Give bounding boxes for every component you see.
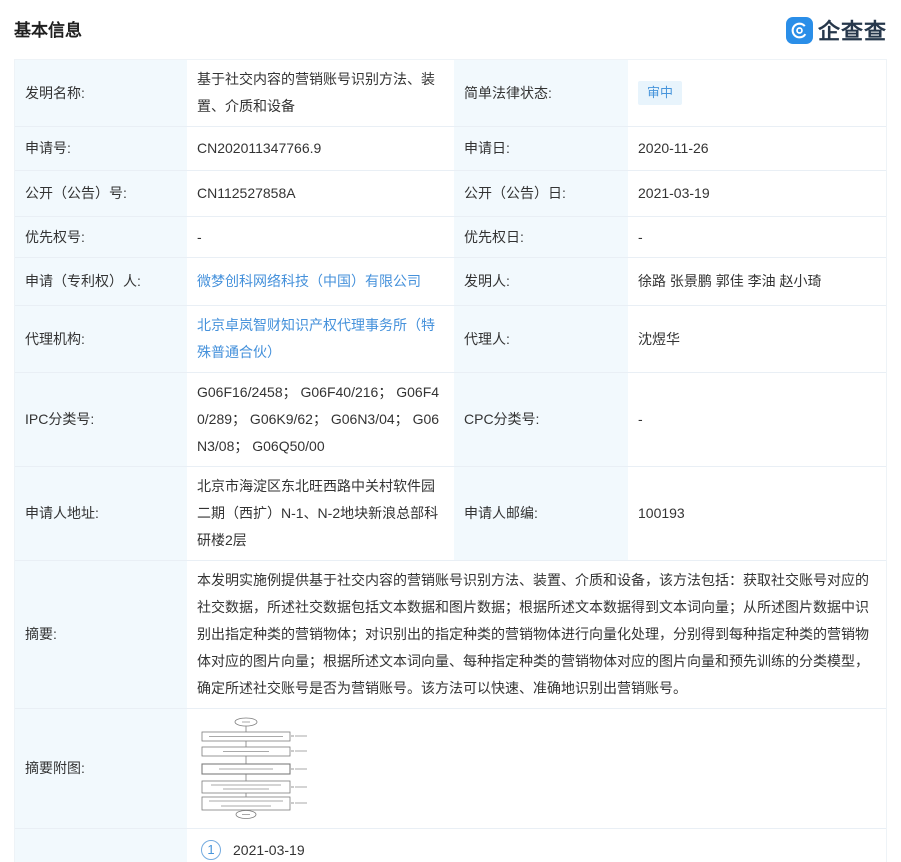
field-label-agent: 代理人:: [453, 306, 628, 372]
row-address-zip: 申请人地址: 北京市海淀区东北旺西路中关村软件园二期（西扩）N-1、N-2地块新…: [15, 467, 886, 561]
field-label-applicant: 申请（专利权）人:: [15, 258, 187, 305]
field-value-legal-status: 1 2021-03-19 公开: [187, 829, 886, 862]
field-value-publication-no: CN112527858A: [187, 171, 453, 216]
topbar: 基本信息 企查查: [14, 14, 887, 46]
field-value-abstract-figure: [187, 709, 886, 828]
legal-status-timeline-item: 1 2021-03-19 公开: [197, 839, 305, 862]
field-value-invention-name: 基于社交内容的营销账号识别方法、装置、介质和设备: [187, 60, 453, 126]
timeline-date: 2021-03-19: [233, 839, 305, 861]
field-value-priority-no: -: [187, 217, 453, 257]
field-value-application-date: 2020-11-26: [628, 127, 886, 170]
row-publication: 公开（公告）号: CN112527858A 公开（公告）日: 2021-03-1…: [15, 171, 886, 217]
field-label-publication-no: 公开（公告）号:: [15, 171, 187, 216]
row-abstract: 摘要: 本发明实施例提供基于社交内容的营销账号识别方法、装置、介质和设备，该方法…: [15, 561, 886, 709]
field-value-application-no: CN202011347766.9: [187, 127, 453, 170]
row-ipc-cpc: IPC分类号: G06F16/2458； G06F40/216； G06F40/…: [15, 373, 886, 467]
row-invention-name: 发明名称: 基于社交内容的营销账号识别方法、装置、介质和设备 简单法律状态: 审…: [15, 60, 886, 127]
field-label-agency: 代理机构:: [15, 306, 187, 372]
field-value-applicant-address: 北京市海淀区东北旺西路中关村软件园二期（西扩）N-1、N-2地块新浪总部科研楼2…: [187, 467, 453, 560]
field-label-legal-status: 法律状态:: [15, 829, 187, 862]
qichacha-logo-icon: [786, 17, 813, 44]
field-value-cpc: -: [628, 373, 886, 466]
field-label-inventors: 发明人:: [453, 258, 628, 305]
row-abstract-figure: 摘要附图:: [15, 709, 886, 829]
field-value-agency: 北京卓岚智财知识产权代理事务所（特殊普通合伙）: [187, 306, 453, 372]
field-value-agent: 沈煜华: [628, 306, 886, 372]
row-application: 申请号: CN202011347766.9 申请日: 2020-11-26: [15, 127, 886, 171]
field-value-inventors: 徐路 张景鹏 郭佳 李油 赵小琦: [628, 258, 886, 305]
field-value-simple-legal-status: 审中: [628, 60, 886, 126]
field-value-applicant-zip: 100193: [628, 467, 886, 560]
field-label-cpc: CPC分类号:: [453, 373, 628, 466]
patent-basic-info-page: 基本信息 企查查 发明名称: 基于社交内容的营销账号识别方法、装置、介质和设备 …: [0, 0, 901, 862]
field-value-priority-date: -: [628, 217, 886, 257]
row-agency-agent: 代理机构: 北京卓岚智财知识产权代理事务所（特殊普通合伙） 代理人: 沈煜华: [15, 306, 886, 373]
field-value-ipc: G06F16/2458； G06F40/216； G06F40/289； G06…: [187, 373, 453, 466]
applicant-link[interactable]: 微梦创科网络科技（中国）有限公司: [197, 268, 421, 295]
field-label-abstract-figure: 摘要附图:: [15, 709, 187, 828]
agency-link[interactable]: 北京卓岚智财知识产权代理事务所（特殊普通合伙）: [197, 312, 443, 366]
field-label-invention-name: 发明名称:: [15, 60, 187, 126]
row-priority: 优先权号: - 优先权日: -: [15, 217, 886, 258]
field-value-publication-date: 2021-03-19: [628, 171, 886, 216]
abstract-figure-thumbnail[interactable]: [197, 717, 313, 820]
field-value-abstract: 本发明实施例提供基于社交内容的营销账号识别方法、装置、介质和设备，该方法包括：获…: [187, 561, 886, 708]
field-label-application-no: 申请号:: [15, 127, 187, 170]
row-applicant-inventors: 申请（专利权）人: 微梦创科网络科技（中国）有限公司 发明人: 徐路 张景鹏 郭…: [15, 258, 886, 306]
qichacha-logo-text: 企查查: [818, 14, 887, 46]
timeline-index-badge: 1: [201, 840, 221, 860]
basic-info-table: 发明名称: 基于社交内容的营销账号识别方法、装置、介质和设备 简单法律状态: 审…: [14, 59, 887, 862]
field-label-publication-date: 公开（公告）日:: [453, 171, 628, 216]
field-value-applicant: 微梦创科网络科技（中国）有限公司: [187, 258, 453, 305]
field-label-abstract: 摘要:: [15, 561, 187, 708]
flowchart-icon: [197, 717, 313, 820]
qichacha-logo[interactable]: 企查查: [786, 14, 887, 46]
field-label-simple-legal-status: 简单法律状态:: [453, 60, 628, 126]
field-label-priority-date: 优先权日:: [453, 217, 628, 257]
field-label-ipc: IPC分类号:: [15, 373, 187, 466]
field-label-applicant-zip: 申请人邮编:: [453, 467, 628, 560]
row-legal-status: 法律状态: 1 2021-03-19 公开: [15, 829, 886, 862]
field-label-application-date: 申请日:: [453, 127, 628, 170]
field-label-priority-no: 优先权号:: [15, 217, 187, 257]
page-title: 基本信息: [14, 14, 82, 41]
field-label-applicant-address: 申请人地址:: [15, 467, 187, 560]
status-badge: 审中: [638, 81, 682, 105]
